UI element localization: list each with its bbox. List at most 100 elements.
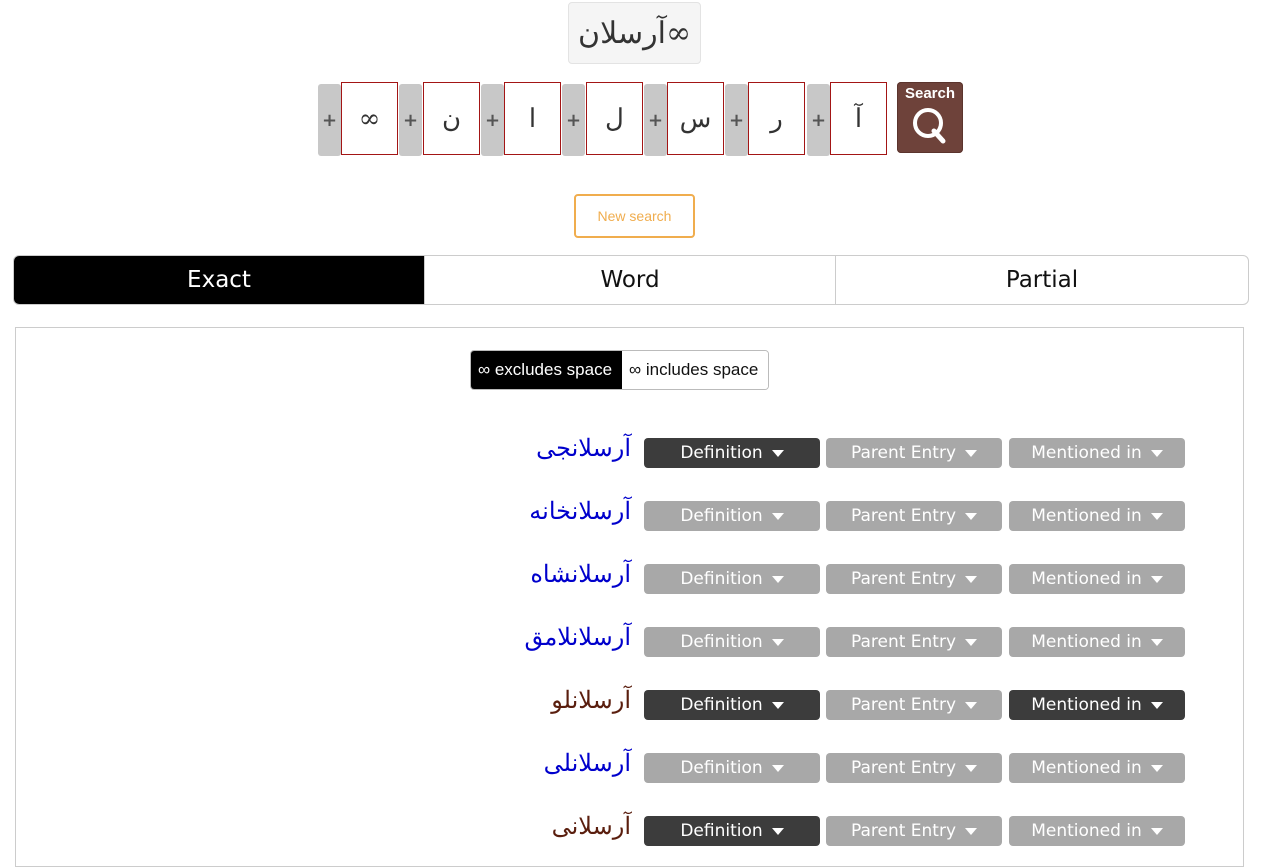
mentioned-in-dropdown-button[interactable]: Mentioned in: [1009, 564, 1185, 594]
result-word-link[interactable]: آرسلانلو: [551, 686, 631, 714]
button-label: Mentioned in: [1031, 632, 1142, 652]
caret-down-icon: [965, 638, 978, 646]
results-panel: [15, 327, 1244, 867]
button-label: Definition: [680, 443, 763, 463]
parent-entry-dropdown-button[interactable]: Parent Entry: [826, 690, 1002, 720]
caret-down-icon: [1150, 575, 1163, 583]
insert-plus-button[interactable]: +: [807, 84, 830, 156]
tab-exact[interactable]: Exact: [14, 256, 424, 304]
caret-down-icon: [965, 701, 978, 709]
letter-cell[interactable]: ل: [586, 82, 643, 155]
search-icon: [913, 108, 946, 144]
button-label: Mentioned in: [1031, 695, 1142, 715]
caret-down-icon: [1150, 512, 1163, 520]
result-row: آرسلانی Definition Parent Entry Mentioned i…: [0, 812, 1270, 848]
mentioned-in-dropdown-button[interactable]: Mentioned in: [1009, 690, 1185, 720]
button-label: Definition: [680, 758, 763, 778]
definition-dropdown-button[interactable]: Definition: [644, 564, 820, 594]
query-display: آرسلان∞: [568, 2, 701, 64]
excludes-space-option[interactable]: ∞ excludes space: [471, 351, 623, 389]
letter-cell[interactable]: ا: [504, 82, 561, 155]
parent-entry-dropdown-button[interactable]: Parent Entry: [826, 501, 1002, 531]
caret-down-icon: [771, 827, 784, 835]
definition-dropdown-button[interactable]: Definition: [644, 438, 820, 468]
letter-cell[interactable]: آ: [830, 82, 887, 155]
insert-plus-button[interactable]: +: [644, 84, 667, 156]
caret-down-icon: [771, 638, 784, 646]
parent-entry-dropdown-button[interactable]: Parent Entry: [826, 816, 1002, 846]
button-label: Parent Entry: [850, 632, 957, 652]
caret-down-icon: [771, 701, 784, 709]
parent-entry-dropdown-button[interactable]: Parent Entry: [826, 564, 1002, 594]
parent-entry-dropdown-button[interactable]: Parent Entry: [826, 753, 1002, 783]
result-row: آرسلانجی Definition Parent Entry Mentioned …: [0, 434, 1270, 470]
caret-down-icon: [965, 575, 978, 583]
parent-entry-dropdown-button[interactable]: Parent Entry: [826, 438, 1002, 468]
caret-down-icon: [1150, 449, 1163, 457]
button-label: Parent Entry: [850, 443, 957, 463]
definition-dropdown-button[interactable]: Definition: [644, 501, 820, 531]
result-row: آرسلانلامق Definition Parent Entry Mentione…: [0, 623, 1270, 659]
button-label: Parent Entry: [850, 569, 957, 589]
result-word-link[interactable]: آرسلانلی: [544, 749, 631, 777]
mentioned-in-dropdown-button[interactable]: Mentioned in: [1009, 816, 1185, 846]
search-label: Search: [904, 85, 956, 102]
mentioned-in-dropdown-button[interactable]: Mentioned in: [1009, 627, 1185, 657]
caret-down-icon: [771, 575, 784, 583]
button-label: Definition: [680, 569, 763, 589]
result-word-link[interactable]: آرسلانخانه: [529, 497, 631, 525]
caret-down-icon: [1150, 827, 1163, 835]
button-label: Definition: [680, 695, 763, 715]
caret-down-icon: [1150, 638, 1163, 646]
result-word-link[interactable]: آرسلانجی: [536, 434, 631, 462]
insert-plus-button[interactable]: +: [562, 84, 585, 156]
result-row: آرسلانلی Definition Parent Entry Mentioned …: [0, 749, 1270, 785]
caret-down-icon: [1150, 764, 1163, 772]
mentioned-in-dropdown-button[interactable]: Mentioned in: [1009, 753, 1185, 783]
button-label: Mentioned in: [1031, 506, 1142, 526]
letter-cell[interactable]: ن: [423, 82, 480, 155]
button-label: Definition: [680, 632, 763, 652]
letter-cell[interactable]: ∞: [341, 82, 398, 155]
result-row: آرسلانشاه Definition Parent Entry Mentioned…: [0, 560, 1270, 596]
insert-plus-button[interactable]: +: [725, 84, 748, 156]
caret-down-icon: [1150, 701, 1163, 709]
insert-plus-button[interactable]: +: [481, 84, 504, 156]
definition-dropdown-button[interactable]: Definition: [644, 690, 820, 720]
mentioned-in-dropdown-button[interactable]: Mentioned in: [1009, 438, 1185, 468]
letter-cell[interactable]: ر: [748, 82, 805, 155]
parent-entry-dropdown-button[interactable]: Parent Entry: [826, 627, 1002, 657]
insert-plus-button[interactable]: +: [318, 84, 341, 156]
button-label: Mentioned in: [1031, 569, 1142, 589]
includes-space-option[interactable]: ∞ includes space: [622, 351, 769, 389]
result-word-link[interactable]: آرسلانشاه: [530, 560, 631, 588]
result-word-link[interactable]: آرسلانی: [552, 812, 631, 840]
match-mode-tabs: Exact Word Partial: [13, 255, 1249, 305]
button-label: Parent Entry: [850, 506, 957, 526]
caret-down-icon: [771, 764, 784, 772]
button-label: Definition: [680, 821, 763, 841]
result-word-link[interactable]: آرسلانلامق: [524, 623, 631, 651]
caret-down-icon: [965, 764, 978, 772]
result-row: آرسلانخانه Definition Parent Entry Mentione…: [0, 497, 1270, 533]
tab-partial[interactable]: Partial: [835, 256, 1248, 304]
mentioned-in-dropdown-button[interactable]: Mentioned in: [1009, 501, 1185, 531]
new-search-button[interactable]: New search: [574, 194, 695, 238]
caret-down-icon: [965, 827, 978, 835]
button-label: Parent Entry: [850, 758, 957, 778]
caret-down-icon: [771, 512, 784, 520]
search-button[interactable]: Search: [897, 82, 963, 153]
button-label: Parent Entry: [850, 695, 957, 715]
space-toggle: ∞ excludes space ∞ includes space: [470, 350, 770, 390]
button-label: Mentioned in: [1031, 443, 1142, 463]
button-label: Definition: [680, 506, 763, 526]
button-label: Mentioned in: [1031, 821, 1142, 841]
definition-dropdown-button[interactable]: Definition: [644, 627, 820, 657]
caret-down-icon: [965, 449, 978, 457]
definition-dropdown-button[interactable]: Definition: [644, 816, 820, 846]
letter-cell[interactable]: س: [667, 82, 724, 155]
tab-word[interactable]: Word: [424, 256, 835, 304]
definition-dropdown-button[interactable]: Definition: [644, 753, 820, 783]
insert-plus-button[interactable]: +: [399, 84, 422, 156]
button-label: Parent Entry: [850, 821, 957, 841]
